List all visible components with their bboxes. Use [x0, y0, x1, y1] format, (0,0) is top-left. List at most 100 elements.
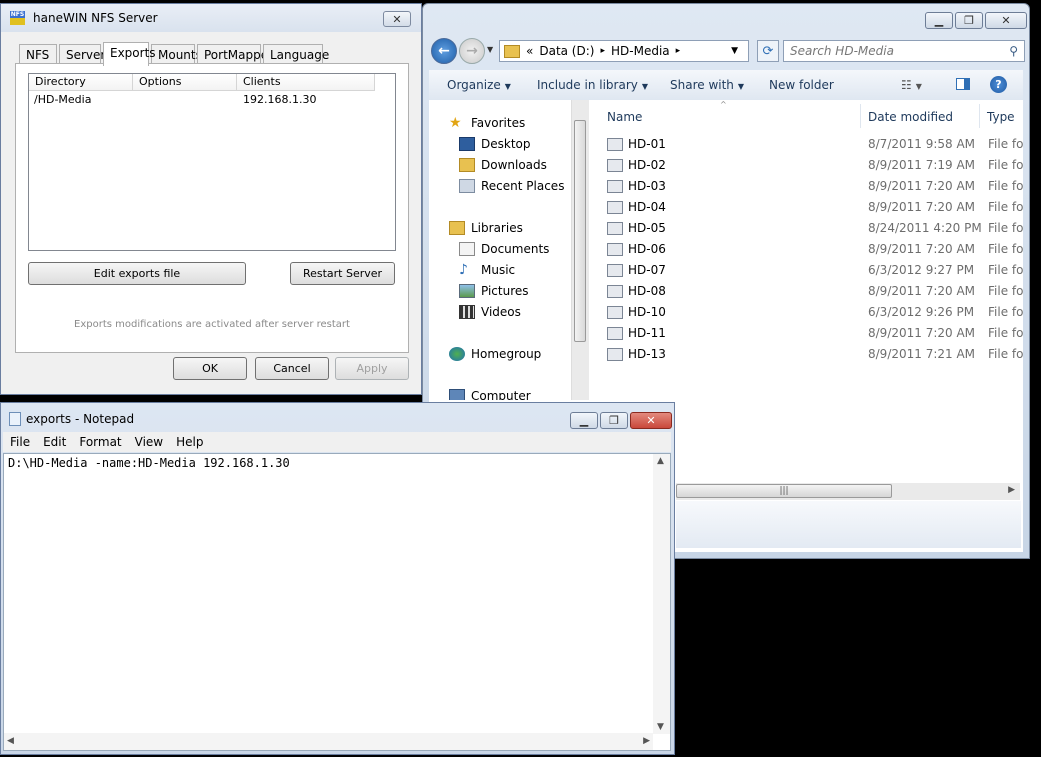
help-icon[interactable]: ? — [990, 76, 1007, 93]
column-header-date-modified[interactable]: Date modified — [868, 110, 953, 124]
nav-downloads[interactable]: Downloads — [459, 156, 547, 174]
nav-favorites-label: Favorites — [471, 116, 526, 130]
nav-homegroup[interactable]: Homegroup — [449, 345, 541, 363]
breadcrumb-separator[interactable]: ▸ — [676, 46, 681, 56]
file-row[interactable]: HD-06 8/9/2011 7:20 AM File fol — [607, 240, 1027, 260]
breadcrumb-data-drive[interactable]: Data (D:) — [539, 44, 594, 58]
ok-button[interactable]: OK — [173, 357, 247, 380]
scroll-up-arrow-icon[interactable]: ▲ — [657, 456, 664, 466]
column-header-name[interactable]: Name — [607, 110, 642, 124]
nav-computer[interactable]: Computer — [449, 387, 531, 400]
details-pane — [676, 501, 1021, 548]
file-type: File fol — [988, 326, 1024, 340]
column-header-type[interactable]: Type — [987, 110, 1015, 124]
tab-portmapper[interactable]: PortMapper — [197, 44, 273, 64]
minimize-button[interactable]: ▁ — [570, 412, 598, 429]
horizontal-scroll-thumb[interactable]: ||| — [676, 484, 892, 498]
nav-favorites[interactable]: ★ Favorites — [449, 114, 525, 132]
preview-pane-icon[interactable] — [956, 78, 970, 90]
scroll-down-arrow-icon[interactable]: ▼ — [657, 722, 664, 732]
file-list-horizontal-scrollbar[interactable]: ||| ▶ — [676, 483, 1020, 500]
file-row[interactable]: HD-05 8/24/2011 4:20 PM File fol — [607, 219, 1027, 239]
menu-view[interactable]: View — [135, 435, 163, 449]
list-header-directory[interactable]: Directory — [29, 74, 133, 91]
breadcrumb-separator[interactable]: ▸ — [600, 46, 605, 56]
search-input[interactable]: Search HD-Media ⚲ — [783, 40, 1025, 62]
file-row[interactable]: HD-10 6/3/2012 9:26 PM File fol — [607, 303, 1027, 323]
folder-shortcut-icon — [607, 138, 623, 151]
exports-list[interactable]: Directory Options Clients /HD-Media 192.… — [28, 73, 396, 251]
edit-exports-file-button[interactable]: Edit exports file — [28, 262, 246, 285]
breadcrumb-overflow[interactable]: « — [526, 44, 533, 58]
file-row[interactable]: HD-08 8/9/2011 7:20 AM File fol — [607, 282, 1027, 302]
file-row[interactable]: HD-11 8/9/2011 7:20 AM File fol — [607, 324, 1027, 344]
navigation-scrollbar[interactable] — [571, 100, 589, 400]
new-folder-button[interactable]: New folder — [769, 78, 834, 92]
forward-button[interactable]: → — [459, 38, 485, 64]
nav-libraries[interactable]: Libraries — [449, 219, 523, 237]
notepad-text-area[interactable]: D:\HD-Media -name:HD-Media 192.168.1.30 … — [3, 453, 671, 751]
export-row-clients[interactable]: 192.168.1.30 — [243, 93, 316, 106]
dropdown-arrow-icon: ▼ — [915, 82, 922, 91]
breadcrumb-hd-media[interactable]: HD-Media — [611, 44, 670, 58]
tab-exports[interactable]: Exports — [103, 42, 156, 66]
organize-button[interactable]: Organize ▼ — [447, 78, 511, 92]
menu-file[interactable]: File — [10, 435, 30, 449]
nfs-close-button[interactable]: ✕ — [383, 11, 411, 27]
scroll-right-arrow-icon[interactable]: ▶ — [643, 736, 650, 746]
apply-button[interactable]: Apply — [335, 357, 409, 380]
notepad-vertical-scrollbar[interactable]: ▲ ▼ — [653, 454, 670, 734]
column-divider[interactable] — [860, 104, 861, 128]
address-bar[interactable]: « Data (D:) ▸ HD-Media ▸ ▼ — [499, 40, 749, 62]
maximize-button[interactable]: ❐ — [955, 12, 983, 29]
notepad-content[interactable]: D:\HD-Media -name:HD-Media 192.168.1.30 — [8, 456, 290, 470]
file-row[interactable]: HD-03 8/9/2011 7:20 AM File fol — [607, 177, 1027, 197]
scroll-left-arrow-icon[interactable]: ◀ — [7, 736, 14, 746]
close-button[interactable]: ✕ — [630, 412, 672, 429]
address-dropdown-icon[interactable]: ▼ — [731, 46, 738, 56]
back-button[interactable]: ← — [431, 38, 457, 64]
list-header-clients[interactable]: Clients — [237, 74, 375, 91]
menu-format[interactable]: Format — [79, 435, 121, 449]
music-icon: ♪ — [459, 262, 468, 278]
export-row-directory[interactable]: /HD-Media — [34, 93, 91, 106]
nav-pictures[interactable]: Pictures — [459, 282, 529, 300]
desktop-icon — [459, 137, 475, 151]
navigation-scroll-thumb[interactable] — [574, 120, 586, 342]
tab-server[interactable]: Server — [59, 44, 105, 64]
file-date-modified: 8/9/2011 7:20 AM — [868, 179, 976, 193]
cancel-button[interactable]: Cancel — [255, 357, 329, 380]
tab-nfs[interactable]: NFS — [19, 44, 57, 64]
dropdown-arrow-icon: ▼ — [737, 82, 745, 91]
tab-language[interactable]: Language — [263, 44, 329, 64]
list-header-options[interactable]: Options — [133, 74, 237, 91]
notepad-horizontal-scrollbar[interactable]: ◀ ▶ — [4, 733, 653, 750]
nav-music[interactable]: ♪ Music — [459, 261, 515, 279]
close-button[interactable]: ✕ — [985, 12, 1027, 29]
file-row[interactable]: HD-02 8/9/2011 7:19 AM File fol — [607, 156, 1027, 176]
nav-videos[interactable]: Videos — [459, 303, 521, 321]
file-row[interactable]: HD-01 8/7/2011 9:58 AM File fol — [607, 135, 1027, 155]
nav-desktop[interactable]: Desktop — [459, 135, 531, 153]
forward-arrow-icon: → — [466, 43, 478, 59]
column-divider[interactable] — [979, 104, 980, 128]
maximize-button[interactable]: ❐ — [600, 412, 628, 429]
views-button[interactable]: ☷ ▼ — [901, 78, 922, 92]
nav-documents[interactable]: Documents — [459, 240, 549, 258]
file-row[interactable]: HD-13 8/9/2011 7:21 AM File fol — [607, 345, 1027, 365]
nav-recent-places[interactable]: Recent Places — [459, 177, 564, 195]
share-with-button[interactable]: Share with ▼ — [670, 78, 744, 92]
scroll-right-arrow-icon[interactable]: ▶ — [1008, 485, 1015, 495]
refresh-button[interactable]: ⟳ — [757, 40, 779, 62]
include-in-library-button[interactable]: Include in library ▼ — [537, 78, 648, 92]
file-row[interactable]: HD-04 8/9/2011 7:20 AM File fol — [607, 198, 1027, 218]
menu-help[interactable]: Help — [176, 435, 203, 449]
file-row[interactable]: HD-07 6/3/2012 9:27 PM File fol — [607, 261, 1027, 281]
recent-pages-chevron-icon[interactable]: ▼ — [487, 45, 493, 54]
include-in-library-label: Include in library — [537, 78, 638, 92]
restart-server-button[interactable]: Restart Server — [290, 262, 395, 285]
menu-edit[interactable]: Edit — [43, 435, 66, 449]
minimize-button[interactable]: ▁ — [925, 12, 953, 29]
tab-mounts[interactable]: Mounts — [151, 44, 202, 64]
documents-icon — [459, 242, 475, 256]
